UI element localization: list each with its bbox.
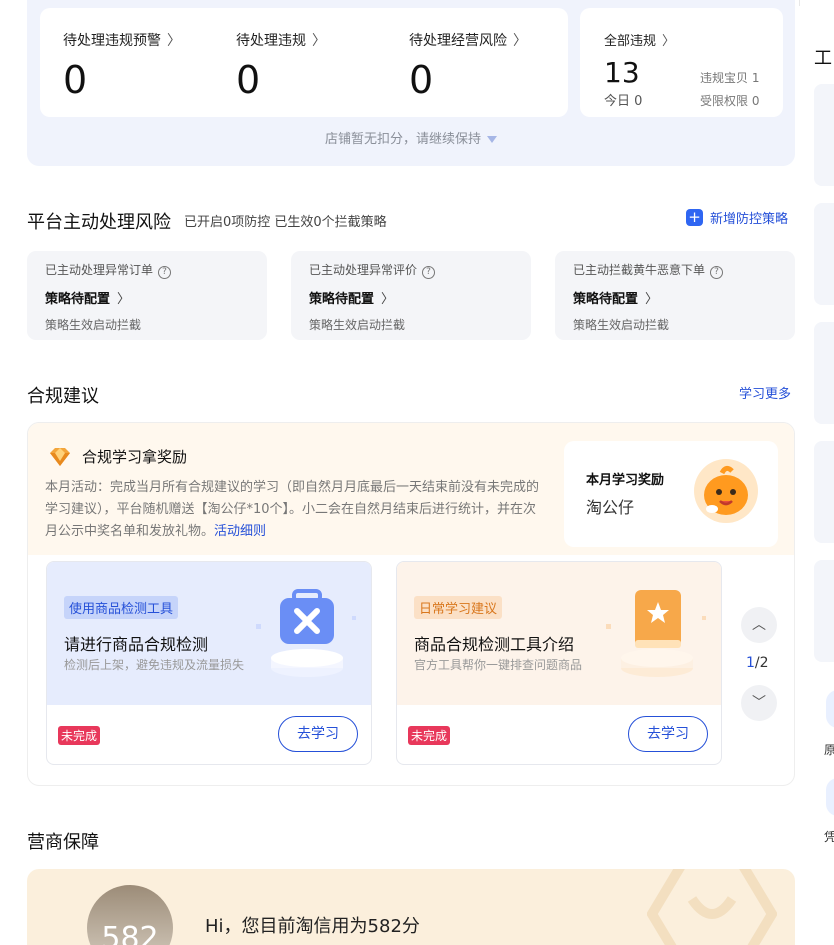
all-violations-label: 全部违规 xyxy=(604,34,657,49)
activity-rules-link[interactable]: 活动细则 xyxy=(214,524,266,539)
platform-risk-title: 平台主动处理风险 xyxy=(27,212,171,233)
risk-card-reviews[interactable]: 已主动处理异常评价? 策略待配置〉 策略生效启动拦截 xyxy=(291,251,531,340)
credit-score-badge: 582 xyxy=(87,885,173,945)
task-tag: 使用商品检测工具 xyxy=(64,596,179,619)
credit-panel: 582 Hi，您目前淘信用为582分 xyxy=(27,869,795,945)
all-violations-card[interactable]: 全部违规〉 13 今日 0 违规宝贝 1 受限权限 0 xyxy=(580,8,783,117)
rail-tool-label: 凭 xyxy=(824,830,834,844)
pending-warning-value: 0 xyxy=(63,58,88,102)
shield-icon xyxy=(647,869,777,945)
rail-tool-label: 原 xyxy=(824,743,834,757)
rail-card[interactable] xyxy=(814,322,834,424)
today-violations: 今日 0 xyxy=(604,94,643,109)
rail-tool-icon[interactable] xyxy=(826,778,834,816)
pending-risk-value: 0 xyxy=(409,58,434,102)
caret-down-icon xyxy=(487,136,497,143)
pending-risk-label: 待处理经营风险 xyxy=(409,33,507,49)
platform-risk-subtitle: 已开启0项防控 已生效0个拦截策略 xyxy=(184,215,387,230)
chevron-right-icon: 〉 xyxy=(381,292,395,307)
learn-more-link[interactable]: 学习更多 xyxy=(739,383,791,402)
chevron-right-icon: 〉 xyxy=(167,33,181,49)
divider xyxy=(799,0,800,6)
go-study-button[interactable]: 去学习 xyxy=(628,716,708,752)
task-subtitle: 官方工具帮你一键排查问题商品 xyxy=(414,658,583,672)
credit-message: Hi，您目前淘信用为582分 xyxy=(205,916,420,937)
chevron-down-icon[interactable]: ﹀ xyxy=(741,685,777,721)
reward-description: 本月活动：完成当月所有合规建议的学习（即自然月月底最后一天结束前没有未完成的学习… xyxy=(45,477,547,543)
task-status-badge: 未完成 xyxy=(58,726,101,745)
chevron-right-icon: 〉 xyxy=(513,33,527,49)
risk-card-title: 已主动处理异常订单 xyxy=(45,263,154,277)
pending-violation-value: 0 xyxy=(236,58,261,102)
help-icon[interactable]: ? xyxy=(710,266,724,279)
monthly-reward-box: 本月学习奖励 淘公仔 xyxy=(564,441,778,547)
task-title: 请进行商品合规检测 xyxy=(64,635,209,654)
chevron-right-icon: 〉 xyxy=(117,292,131,307)
risk-card-hint: 策略生效启动拦截 xyxy=(45,318,142,332)
reward-banner: 合规学习拿奖励 本月活动：完成当月所有合规建议的学习（即自然月月底最后一天结束前… xyxy=(28,423,794,555)
risk-card-scalpers[interactable]: 已主动拦截黄牛恶意下单? 策略待配置〉 策略生效启动拦截 xyxy=(555,251,795,340)
task-banner: 日常学习建议 商品合规检测工具介绍 官方工具帮你一键排查问题商品 xyxy=(397,562,721,705)
book-icon xyxy=(606,590,706,677)
rail-card[interactable] xyxy=(814,84,834,186)
add-strategy-button[interactable]: + 新增防控策略 xyxy=(686,208,788,227)
violating-items-count[interactable]: 违规宝贝 1 xyxy=(700,69,759,86)
help-icon[interactable]: ? xyxy=(158,266,172,279)
diamond-icon xyxy=(50,447,70,466)
violations-summary: 待处理违规预警〉 0 待处理违规〉 0 待处理经营风险〉 0 xyxy=(40,8,568,117)
task-tag: 日常学习建议 xyxy=(414,596,503,619)
pending-warning-label: 待处理违规预警 xyxy=(63,33,161,49)
plus-icon: + xyxy=(686,209,703,226)
no-deduction-notice[interactable]: 店铺暂无扣分，请继续保持 xyxy=(27,128,795,147)
monthly-reward-value: 淘公仔 xyxy=(586,498,635,517)
chevron-right-icon: 〉 xyxy=(312,33,326,49)
chevron-right-icon: 〉 xyxy=(662,34,676,49)
right-rail-title: 工 xyxy=(814,48,832,69)
risk-card-status: 策略待配置 xyxy=(573,292,639,307)
compliance-panel: 合规学习拿奖励 本月活动：完成当月所有合规建议的学习（即自然月月底最后一天结束前… xyxy=(27,422,795,786)
credit-score: 582 xyxy=(101,921,159,945)
chevron-right-icon: 〉 xyxy=(645,292,659,307)
rail-card[interactable] xyxy=(814,203,834,305)
reward-title: 合规学习拿奖励 xyxy=(82,448,188,466)
risk-card-status: 策略待配置 xyxy=(309,292,375,307)
reward-description-text: 本月活动：完成当月所有合规建议的学习（即自然月月底最后一天结束前没有未完成的学习… xyxy=(45,480,540,539)
rail-card[interactable] xyxy=(814,560,834,662)
rail-card[interactable] xyxy=(814,441,834,543)
task-banner: 使用商品检测工具 请进行商品合规检测 检测后上架，避免违规及流量损失 xyxy=(47,562,371,705)
no-deduction-text: 店铺暂无扣分，请继续保持 xyxy=(324,132,481,147)
pending-warning-stat[interactable]: 待处理违规预警〉 0 xyxy=(63,30,181,104)
restricted-permissions-count[interactable]: 受限权限 0 xyxy=(700,92,759,109)
rail-tool-icon[interactable] xyxy=(826,690,834,728)
task-card[interactable]: 日常学习建议 商品合规检测工具介绍 官方工具帮你一键排查问题商品 未完成 去学习 xyxy=(396,561,722,765)
risk-card-orders[interactable]: 已主动处理异常订单? 策略待配置〉 策略生效启动拦截 xyxy=(27,251,267,340)
monthly-reward-label: 本月学习奖励 xyxy=(586,473,665,488)
pager-current: 1 xyxy=(746,655,755,671)
chevron-up-icon[interactable]: ︿ xyxy=(741,607,777,643)
risk-card-hint: 策略生效启动拦截 xyxy=(573,318,670,332)
pager: 1/2 xyxy=(746,655,769,671)
risk-card-hint: 策略生效启动拦截 xyxy=(309,318,406,332)
all-violations-value: 13 xyxy=(604,56,640,89)
help-icon[interactable]: ? xyxy=(422,266,436,279)
mascot-avatar xyxy=(694,459,758,523)
task-status-badge: 未完成 xyxy=(408,726,451,745)
protection-title: 营商保障 xyxy=(27,832,99,853)
pending-violation-label: 待处理违规 xyxy=(236,33,306,49)
risk-card-title: 已主动处理异常评价 xyxy=(309,263,418,277)
risk-card-status: 策略待配置 xyxy=(45,292,111,307)
risk-card-title: 已主动拦截黄牛恶意下单 xyxy=(573,263,706,277)
pending-risk-stat[interactable]: 待处理经营风险〉 0 xyxy=(409,30,527,104)
compliance-title: 合规建议 xyxy=(27,386,99,407)
pending-violation-stat[interactable]: 待处理违规〉 0 xyxy=(236,30,326,104)
add-strategy-label: 新增防控策略 xyxy=(710,212,789,227)
pager-total: /2 xyxy=(754,655,769,671)
go-study-button[interactable]: 去学习 xyxy=(278,716,358,752)
task-subtitle: 检测后上架，避免违规及流量损失 xyxy=(64,658,245,672)
toolbox-icon xyxy=(256,589,356,677)
violations-panel: 待处理违规预警〉 0 待处理违规〉 0 待处理经营风险〉 0 全部违规〉 13 … xyxy=(27,0,795,166)
task-title: 商品合规检测工具介绍 xyxy=(414,635,575,654)
task-card[interactable]: 使用商品检测工具 请进行商品合规检测 检测后上架，避免违规及流量损失 未完成 去… xyxy=(46,561,372,765)
